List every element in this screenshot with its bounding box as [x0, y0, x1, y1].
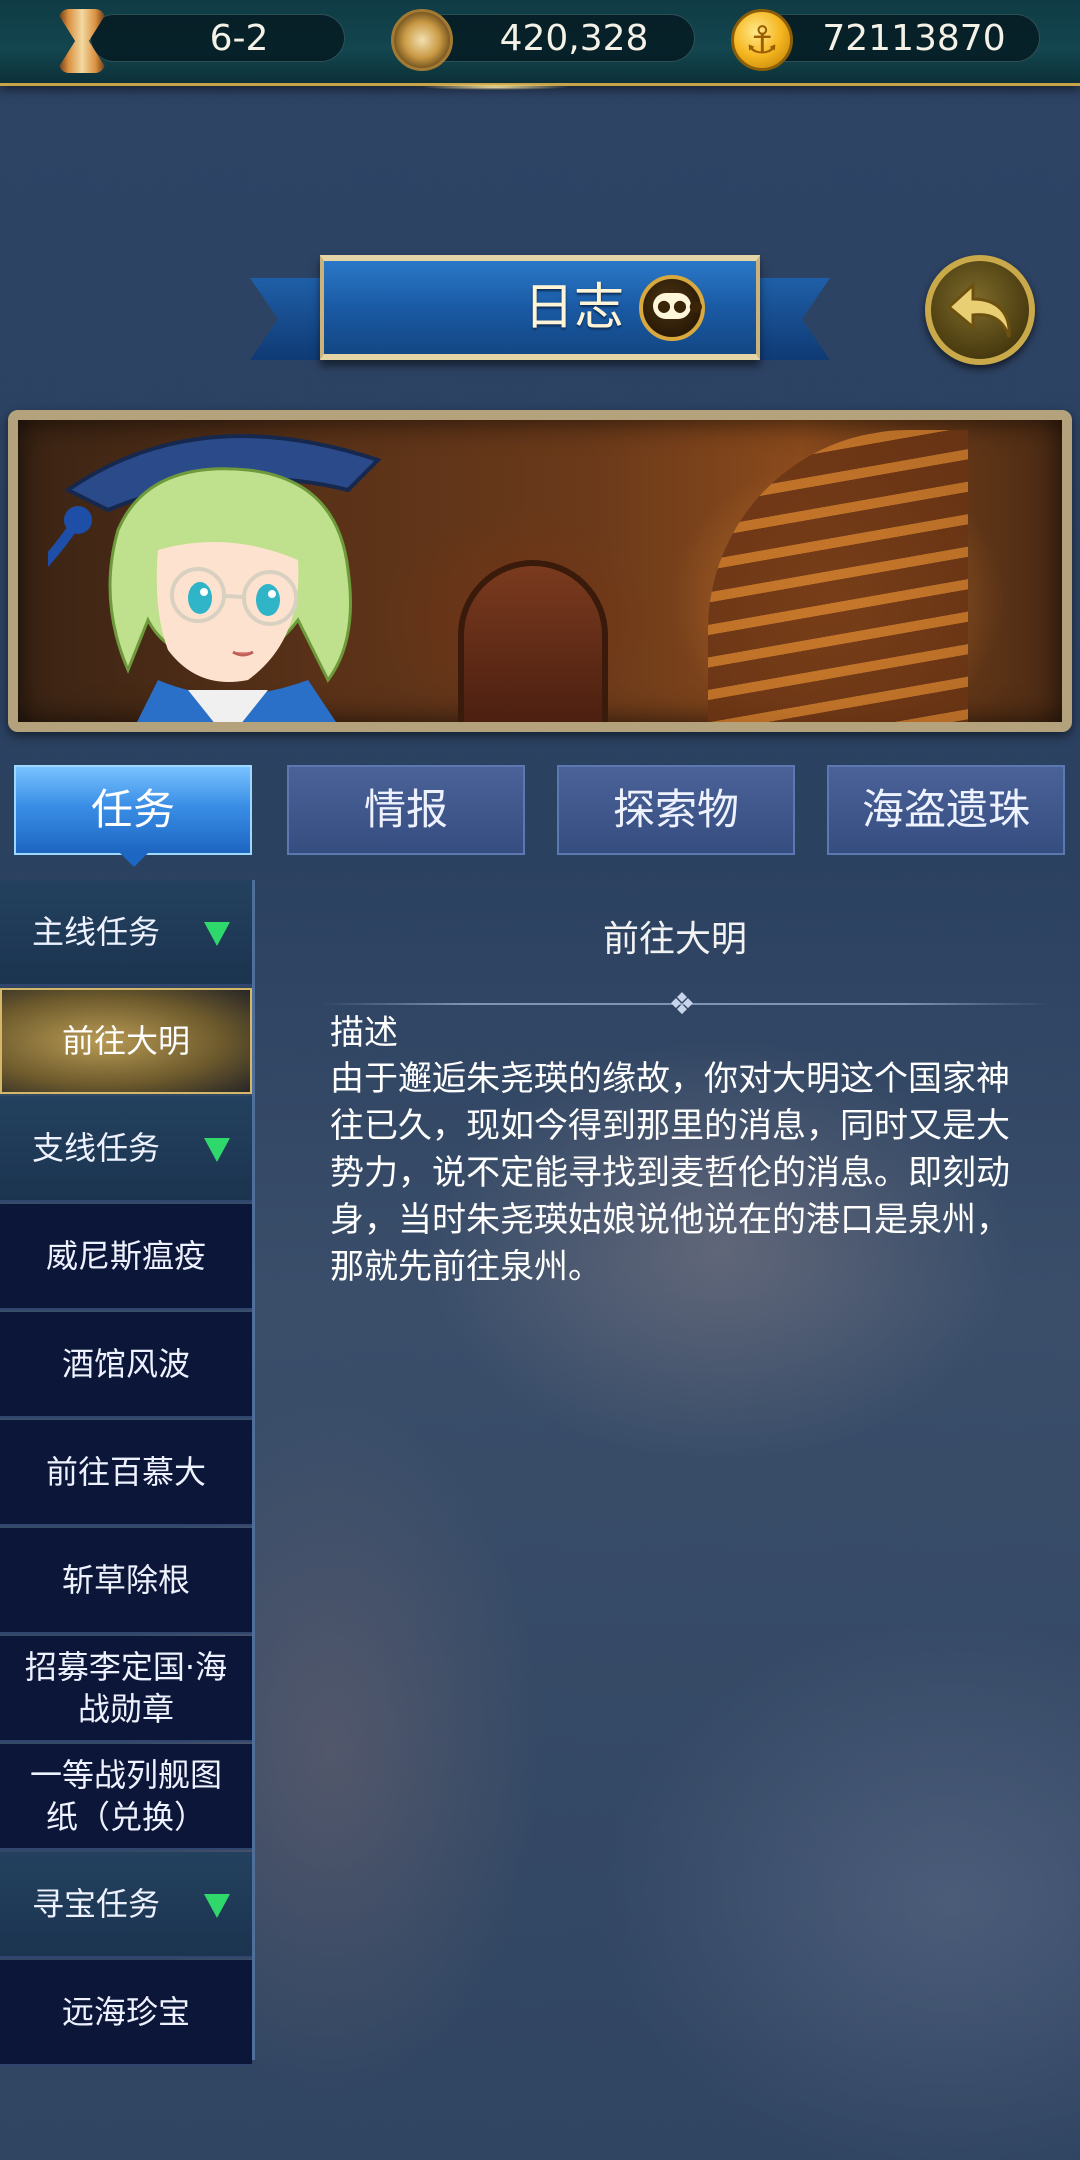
tab-quests-label: 任务 — [90, 785, 175, 834]
quest-item-label: 招募李定国·海战勋章 — [24, 1648, 228, 1728]
page-title: 日志 — [524, 278, 624, 336]
back-button[interactable] — [925, 255, 1035, 365]
quest-item[interactable]: 威尼斯瘟疫 — [0, 1204, 252, 1310]
anchor-coin-icon: ⚓ — [731, 9, 793, 71]
tab-pirate-treasures-label: 海盗遗珠 — [861, 785, 1030, 834]
category-label: 寻宝任务 — [32, 1885, 161, 1923]
quest-item-label: 斩草除根 — [61, 1561, 190, 1599]
quest-item-label: 酒馆风波 — [61, 1345, 190, 1383]
compass-value: 420,328 — [499, 18, 649, 59]
gold-resource: ⚓ 72113870 — [731, 9, 1040, 71]
npc-portrait-panel — [8, 410, 1072, 732]
tab-pirate-treasures[interactable]: 海盗遗珠 — [827, 765, 1065, 855]
category-treasure-quests[interactable]: 寻宝任务 — [0, 1852, 252, 1958]
tab-explorations-label: 探索物 — [612, 785, 739, 834]
category-label: 主线任务 — [32, 913, 161, 951]
quest-item-label: 前往百慕大 — [45, 1453, 206, 1491]
gold-value: 72113870 — [822, 18, 1006, 59]
quest-list: 主线任务 前往大明 支线任务 威尼斯瘟疫 酒馆风波 前往百慕大 斩草除根 招募李… — [0, 880, 255, 2066]
stage-value: 6-2 — [209, 18, 269, 59]
tab-intel[interactable]: 情报 — [287, 765, 525, 855]
tab-quests[interactable]: 任务 — [14, 765, 252, 867]
quest-item-label: 威尼斯瘟疫 — [45, 1237, 206, 1275]
banner-body: 日志 ●●● — [320, 255, 760, 360]
chat-icon[interactable]: ●●● — [639, 275, 705, 341]
quest-item-label: 一等战列舰图纸（兑换） — [29, 1756, 222, 1836]
quest-item[interactable]: 一等战列舰图纸（兑换） — [0, 1744, 252, 1850]
compass-resource: 420,328 — [391, 9, 695, 71]
quest-item[interactable]: 招募李定国·海战勋章 — [0, 1636, 252, 1742]
quest-item-label: 远海珍宝 — [61, 1993, 190, 2031]
expand-arrow-icon — [204, 922, 230, 946]
quest-item[interactable]: 酒馆风波 — [0, 1312, 252, 1418]
hourglass-icon — [59, 9, 105, 73]
stage-indicator: 6-2 — [59, 9, 345, 73]
description-label: 描述 — [330, 1013, 398, 1053]
quest-item[interactable]: 前往百慕大 — [0, 1420, 252, 1526]
character-portrait — [48, 434, 382, 722]
tab-explorations[interactable]: 探索物 — [557, 765, 795, 855]
scene-door — [458, 560, 608, 722]
quest-item-label: 前往大明 — [61, 1022, 190, 1060]
resource-bar: 6-2 420,328 ⚓ 72113870 — [0, 0, 1080, 90]
category-side-quests[interactable]: 支线任务 — [0, 1096, 252, 1202]
ornament-icon: ❖ — [668, 987, 696, 1022]
tab-intel-label: 情报 — [363, 785, 448, 834]
back-arrow-icon — [946, 281, 1011, 338]
quest-item[interactable]: 斩草除根 — [0, 1528, 252, 1634]
title-banner: 日志 ●●● — [250, 250, 830, 380]
compass-icon — [391, 9, 453, 71]
category-label: 支线任务 — [32, 1129, 161, 1167]
quest-description: 由于邂逅朱尧瑛的缘故，你对大明这个国家神往已久，现如今得到那里的消息，同时又是大… — [330, 1059, 1010, 1287]
quest-title: 前往大明 — [602, 919, 747, 960]
expand-arrow-icon — [204, 1138, 230, 1162]
category-main-quests[interactable]: 主线任务 — [0, 880, 252, 986]
quest-item-selected[interactable]: 前往大明 — [0, 988, 252, 1094]
expand-arrow-icon — [204, 1894, 230, 1918]
scene-stairs — [708, 430, 968, 722]
quest-item[interactable]: 远海珍宝 — [0, 1960, 252, 2066]
